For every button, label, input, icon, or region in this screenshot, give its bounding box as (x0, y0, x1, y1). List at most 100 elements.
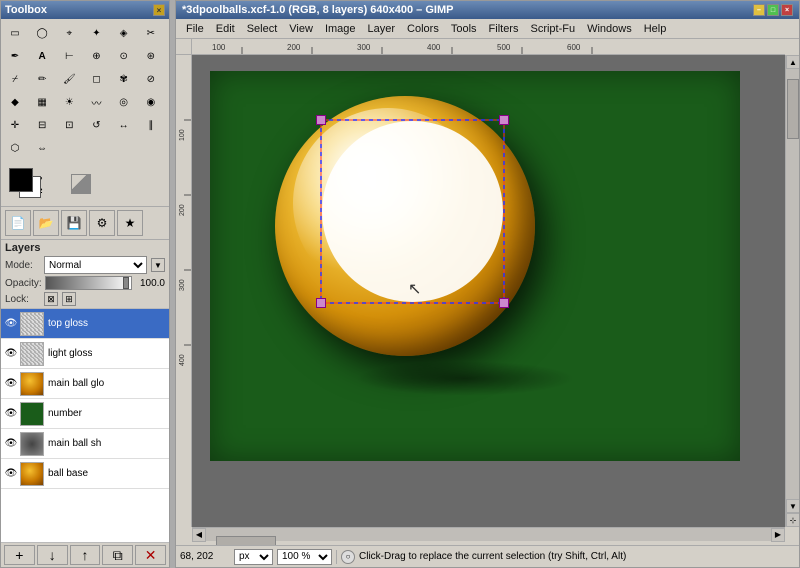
menu-filters[interactable]: Filters (483, 22, 525, 36)
layer-item-main-ball-glo[interactable]: 👁 main ball glo (1, 369, 169, 399)
tool-options-button[interactable]: ⚙ (89, 210, 115, 236)
fuzzy-select-tool[interactable]: ✦ (85, 22, 107, 44)
scroll-left-button[interactable]: ◀ (192, 528, 206, 542)
layer-item-top-gloss[interactable]: 👁 top gloss (1, 309, 169, 339)
heal-tool[interactable]: ⊛ (140, 45, 162, 67)
rotate-tool[interactable]: ↺ (85, 114, 107, 136)
bucket-fill-tool[interactable]: ◆ (4, 91, 26, 113)
shear-tool[interactable]: ∥ (140, 114, 162, 136)
quick-mask-icon[interactable] (71, 174, 91, 194)
opacity-slider[interactable] (45, 276, 132, 290)
close-button[interactable]: × (781, 4, 793, 16)
opacity-value: 100.0 (135, 278, 165, 289)
layer-item-ball-base[interactable]: 👁 ball base (1, 459, 169, 489)
paths-tool[interactable]: ✒ (4, 45, 26, 67)
text-tool[interactable]: A (31, 45, 53, 67)
menu-edit[interactable]: Edit (210, 22, 241, 36)
move-tool[interactable]: ✛ (4, 114, 26, 136)
scroll-right-button[interactable]: ▶ (771, 528, 785, 542)
scroll-up-button[interactable]: ▲ (786, 55, 799, 69)
opacity-row: Opacity: 100.0 (5, 276, 165, 290)
vertical-scrollbar[interactable]: ▲ ▼ ⊹ (785, 55, 799, 527)
save-image-button[interactable]: 💾 (61, 210, 87, 236)
flip-tool[interactable]: ⇔ (31, 137, 53, 159)
layer-item-light-gloss[interactable]: 👁 light gloss (1, 339, 169, 369)
perspective-clone-tool[interactable]: ⌿ (4, 68, 26, 90)
layer-visibility-eye[interactable]: 👁 (4, 467, 18, 481)
layer-item-number[interactable]: 👁 number (1, 399, 169, 429)
dodge-tool[interactable]: ☀ (58, 91, 80, 113)
pencil-tool[interactable]: ✏ (31, 68, 53, 90)
svg-text:300: 300 (357, 43, 371, 52)
ink-tool[interactable]: ⊘ (140, 68, 162, 90)
menu-image[interactable]: Image (319, 22, 362, 36)
scroll-down-button[interactable]: ▼ (786, 499, 799, 513)
ellipse-select-tool[interactable]: ◯ (31, 22, 53, 44)
free-select-tool[interactable]: ⌖ (58, 22, 80, 44)
scale-tool[interactable]: ↔ (113, 114, 135, 136)
unit-selector[interactable]: px mm in (234, 549, 273, 565)
layer-visibility-eye[interactable]: 👁 (4, 377, 18, 391)
foreground-color-swatch[interactable] (9, 168, 33, 192)
mode-select[interactable]: Normal (44, 256, 147, 274)
menu-windows[interactable]: Windows (581, 22, 638, 36)
toolbox-close-button[interactable]: × (153, 4, 165, 16)
horizontal-scrollbar[interactable]: ◀ ▶ (192, 527, 785, 541)
measure-tool[interactable]: ⊢ (58, 45, 80, 67)
layer-visibility-eye[interactable]: 👁 (4, 347, 18, 361)
layer-visibility-eye[interactable]: 👁 (4, 437, 18, 451)
menu-help[interactable]: Help (638, 22, 673, 36)
layers-panel: Layers Mode: Normal ▼ Opacity: 100.0 Loc… (1, 239, 169, 567)
zoom-selector[interactable]: 100 % 50 % 200 % (277, 549, 332, 565)
lock-position-icon[interactable]: ⊞ (62, 292, 76, 306)
menu-select[interactable]: Select (241, 22, 284, 36)
svg-text:400: 400 (427, 43, 441, 52)
layer-name: main ball sh (48, 438, 101, 449)
colorize-tool[interactable]: ◉ (140, 91, 162, 113)
perspective-tool[interactable]: ⬡ (4, 137, 26, 159)
clone-tool[interactable]: ⊙ (113, 45, 135, 67)
menu-scriptfu[interactable]: Script-Fu (524, 22, 581, 36)
rect-select-tool[interactable]: ▭ (4, 22, 26, 44)
scroll-thumb-v[interactable] (787, 79, 799, 139)
select-by-color-tool[interactable]: ◈ (113, 22, 135, 44)
layer-visibility-eye[interactable]: 👁 (4, 407, 18, 421)
canvas-viewport[interactable]: ↖ (192, 55, 785, 527)
move-layer-up-button[interactable]: ↑ (70, 545, 101, 565)
layer-item-main-ball-shadow[interactable]: 👁 main ball sh (1, 429, 169, 459)
align-tool[interactable]: ⊟ (31, 114, 53, 136)
smudge-tool[interactable]: 〰 (85, 91, 107, 113)
layers-footer: + ↓ ↑ ⧉ ✕ (1, 542, 169, 567)
menu-file[interactable]: File (180, 22, 210, 36)
convolve-tool[interactable]: ◎ (113, 91, 135, 113)
vertical-ruler: 100 200 300 400 (176, 55, 192, 527)
delete-layer-button[interactable]: ✕ (135, 545, 166, 565)
foreground-background-colors: ⇄ ↩ (7, 166, 57, 202)
airbrush-tool[interactable]: ✾ (113, 68, 135, 90)
maximize-button[interactable]: □ (767, 4, 779, 16)
menu-layer[interactable]: Layer (362, 22, 402, 36)
layer-visibility-eye[interactable]: 👁 (4, 317, 18, 331)
eraser-tool[interactable]: ◻ (85, 68, 107, 90)
duplicate-layer-button[interactable]: ⧉ (102, 545, 133, 565)
menu-tools[interactable]: Tools (445, 22, 483, 36)
crop-tool[interactable]: ⊡ (58, 114, 80, 136)
menu-view[interactable]: View (283, 22, 319, 36)
scissors-tool[interactable]: ✂ (140, 22, 162, 44)
move-layer-down-button[interactable]: ↓ (37, 545, 68, 565)
lock-pixels-icon[interactable]: ⊠ (44, 292, 58, 306)
layer-name: number (48, 408, 82, 419)
new-image-button[interactable]: 📄 (5, 210, 31, 236)
open-image-button[interactable]: 📂 (33, 210, 59, 236)
tool-presets-button[interactable]: ★ (117, 210, 143, 236)
blend-tool[interactable]: ▦ (31, 91, 53, 113)
menu-colors[interactable]: Colors (401, 22, 445, 36)
scroll-thumb-h[interactable] (216, 536, 276, 546)
lock-row: Lock: ⊠ ⊞ (5, 292, 165, 306)
new-layer-button[interactable]: + (4, 545, 35, 565)
zoom-tool[interactable]: ⊕ (85, 45, 107, 67)
minimize-button[interactable]: – (753, 4, 765, 16)
mode-expand-button[interactable]: ▼ (151, 258, 165, 272)
svg-text:500: 500 (497, 43, 511, 52)
paintbrush-tool[interactable]: 🖌 (58, 68, 80, 90)
